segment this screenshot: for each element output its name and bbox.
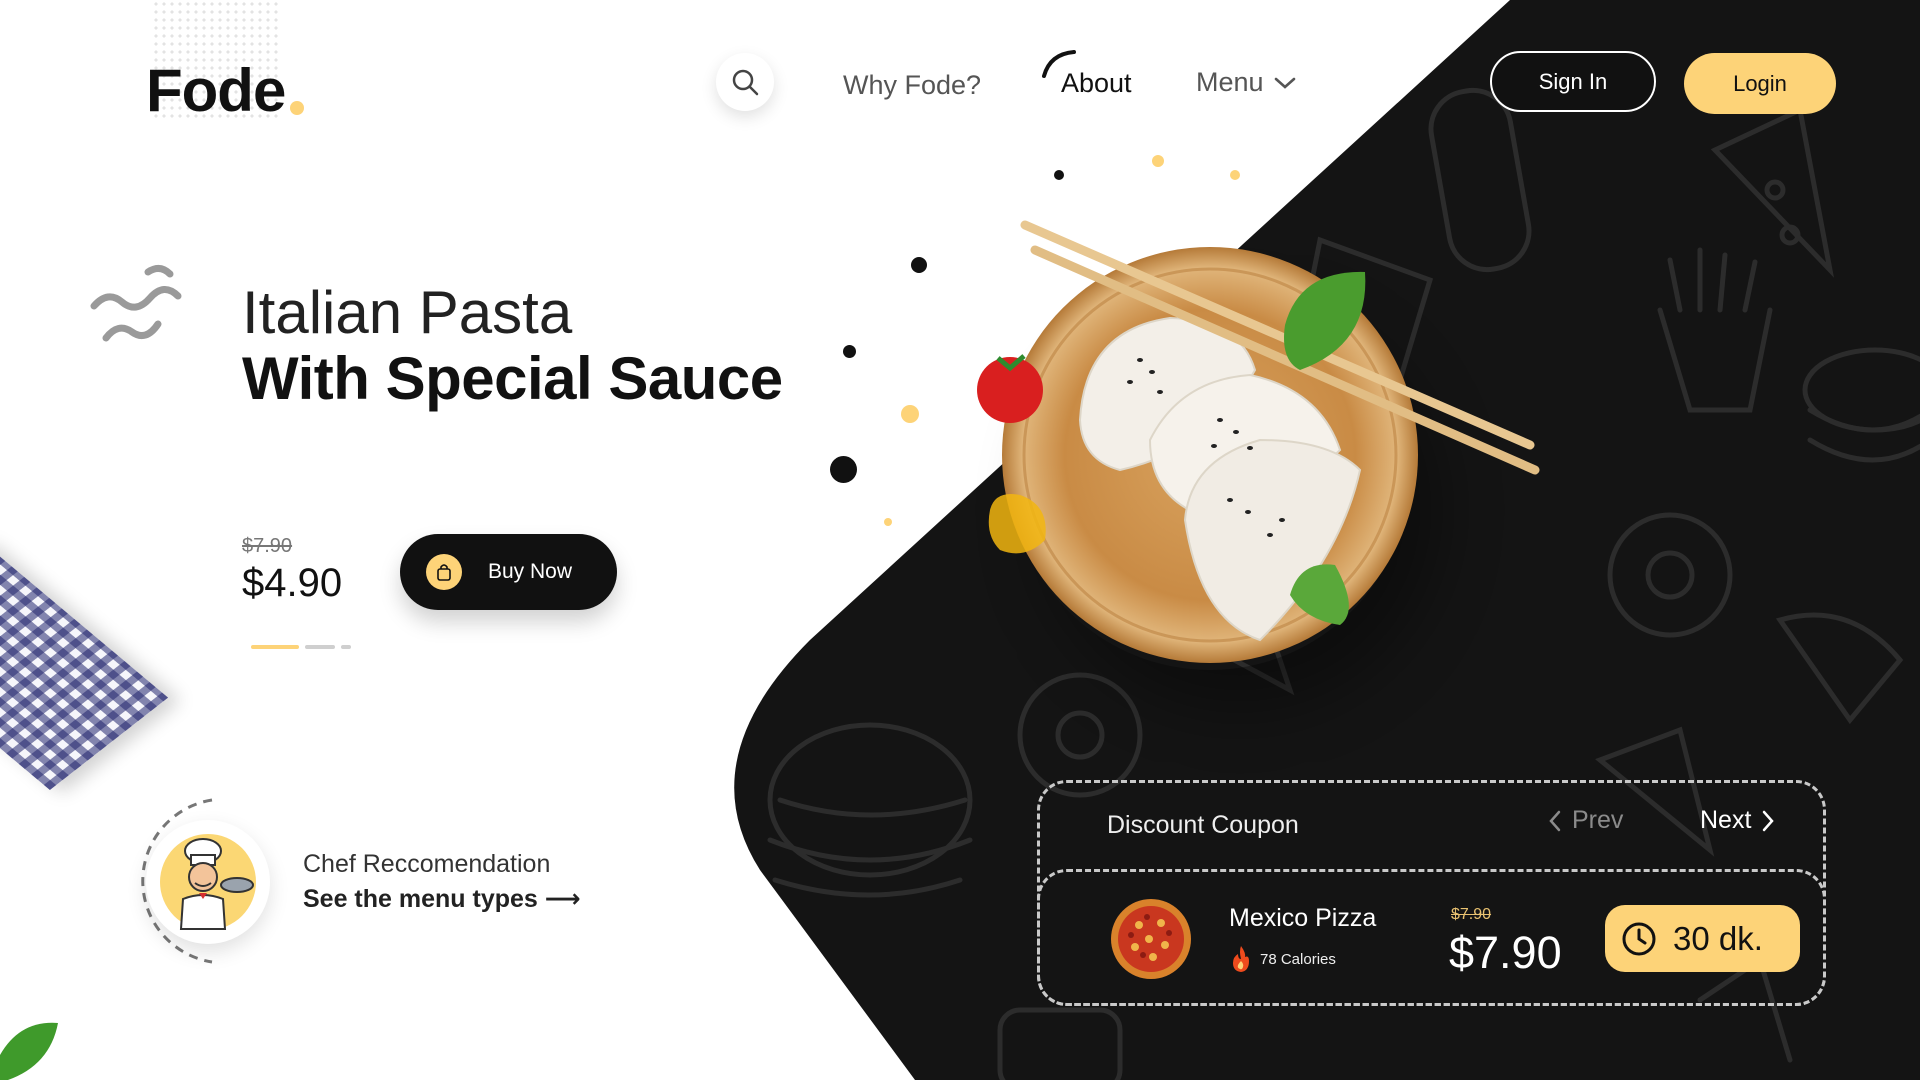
decoration-dot <box>1054 170 1064 180</box>
hero-price: $4.90 <box>242 561 343 605</box>
chef-avatar[interactable] <box>146 820 270 944</box>
search-icon <box>732 69 759 96</box>
chevron-left-icon <box>1549 810 1561 831</box>
nav-why-fode[interactable]: Why Fode? <box>843 70 981 101</box>
buy-now-label: Buy Now <box>488 560 573 583</box>
see-menu-types-link[interactable]: See the menu types ⟶ <box>303 884 581 914</box>
brand-logo[interactable]: Fode <box>146 56 286 125</box>
leaf-decoration <box>0 1022 58 1080</box>
decoration-dot <box>911 257 927 273</box>
login-button[interactable]: Login <box>1684 53 1836 114</box>
hero-title-line2: With Special Sauce <box>242 345 783 412</box>
chef-recommendation-title: Chef Reccomendation <box>303 850 551 878</box>
decoration-dot <box>901 405 919 423</box>
coupon-next-button[interactable]: Next <box>1700 806 1775 835</box>
delivery-time-button[interactable]: 30 dk. <box>1605 905 1800 972</box>
buy-now-button[interactable]: Buy Now <box>400 534 617 610</box>
chevron-down-icon <box>1274 77 1295 89</box>
squiggle-decoration <box>90 265 182 342</box>
decoration-dot <box>1152 155 1164 167</box>
coupon-title: Discount Coupon <box>1107 811 1299 839</box>
calories-label: 78 Calories <box>1260 950 1336 968</box>
nav-menu-dropdown[interactable]: Menu <box>1196 67 1296 98</box>
chevron-right-icon <box>1763 810 1775 831</box>
coupon-price: $7.90 <box>1449 927 1562 978</box>
slide-dot[interactable] <box>305 645 335 649</box>
sign-in-button[interactable]: Sign In <box>1490 51 1656 112</box>
coupon-calories: 78 Calories <box>1230 945 1336 973</box>
decoration-dot <box>843 345 856 358</box>
mexico-pizza-image <box>1111 899 1191 979</box>
coupon-item-name: Mexico Pizza <box>1229 904 1377 932</box>
slide-indicator <box>251 645 351 649</box>
slide-dot[interactable] <box>341 645 351 649</box>
slide-dot[interactable] <box>251 645 299 649</box>
coupon-prev-button[interactable]: Prev <box>1548 806 1623 835</box>
shopping-bag-icon <box>426 554 462 590</box>
hero-old-price: $7.90 <box>242 535 293 557</box>
nav-menu-label: Menu <box>1196 67 1264 97</box>
coupon-old-price: $7.90 <box>1451 906 1492 923</box>
nav-about[interactable]: About <box>1061 68 1132 99</box>
hero-title-line1: Italian Pasta <box>242 279 573 346</box>
decoration-dot <box>830 456 857 483</box>
decoration-dot <box>1230 170 1240 180</box>
decoration-dot <box>884 518 892 526</box>
next-label: Next <box>1700 806 1752 834</box>
dumpling-plate-image <box>977 220 1540 663</box>
delivery-time-label: 30 dk. <box>1673 919 1763 957</box>
clock-icon <box>1622 922 1656 955</box>
logo-dot-decoration <box>290 101 304 115</box>
search-button[interactable] <box>716 53 774 111</box>
fire-icon <box>1233 946 1249 972</box>
prev-label: Prev <box>1572 806 1624 834</box>
